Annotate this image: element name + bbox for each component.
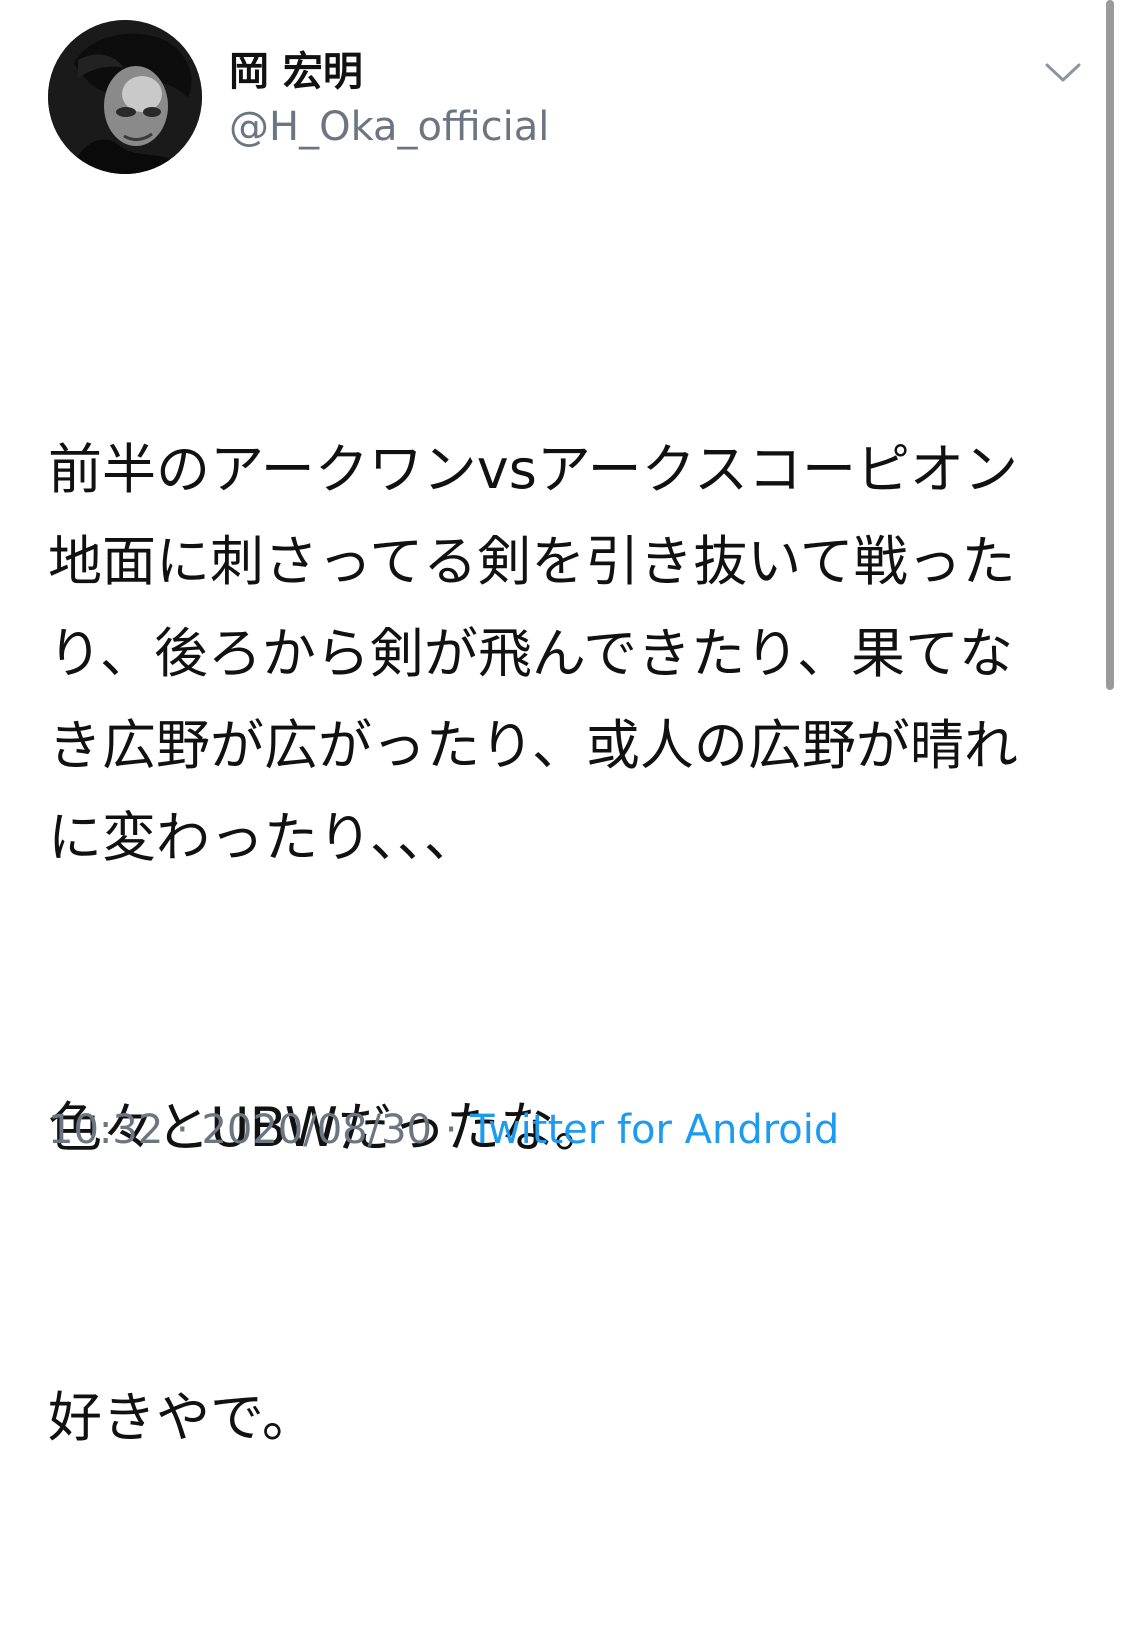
- tweet-text: 前半のアークワンvsアークスコーピオン 地面に刺さってる剣を引き抜いて戦ったり、…: [48, 240, 1048, 1648]
- tweet-card: 岡 宏明 @H_Oka_official 前半のアークワンvsアークスコーピオン…: [0, 0, 1125, 1449]
- meta-separator: ·: [431, 1107, 471, 1153]
- author-display-name[interactable]: 岡 宏明: [229, 48, 363, 96]
- scrollbar[interactable]: [1106, 0, 1114, 690]
- tweet-date: 2020/08/30: [201, 1107, 432, 1153]
- tweet-metadata: 10:32 · 2020/08/30 · Twitter for Android: [48, 1106, 839, 1154]
- tweet-time: 10:32: [48, 1107, 164, 1153]
- more-options-button[interactable]: [1036, 50, 1090, 96]
- tweet-paragraph-1: 前半のアークワンvsアークスコーピオン 地面に刺さってる剣を引き抜いて戦ったり、…: [48, 438, 1018, 869]
- avatar[interactable]: [48, 20, 202, 174]
- meta-separator: ·: [163, 1107, 202, 1153]
- author-handle[interactable]: @H_Oka_official: [229, 103, 549, 151]
- tweet-paragraph-3: 好きやで。: [48, 1386, 316, 1449]
- tweet-source-link[interactable]: Twitter for Android: [470, 1107, 839, 1153]
- avatar-image: [48, 20, 202, 174]
- chevron-down-icon: [1045, 63, 1081, 82]
